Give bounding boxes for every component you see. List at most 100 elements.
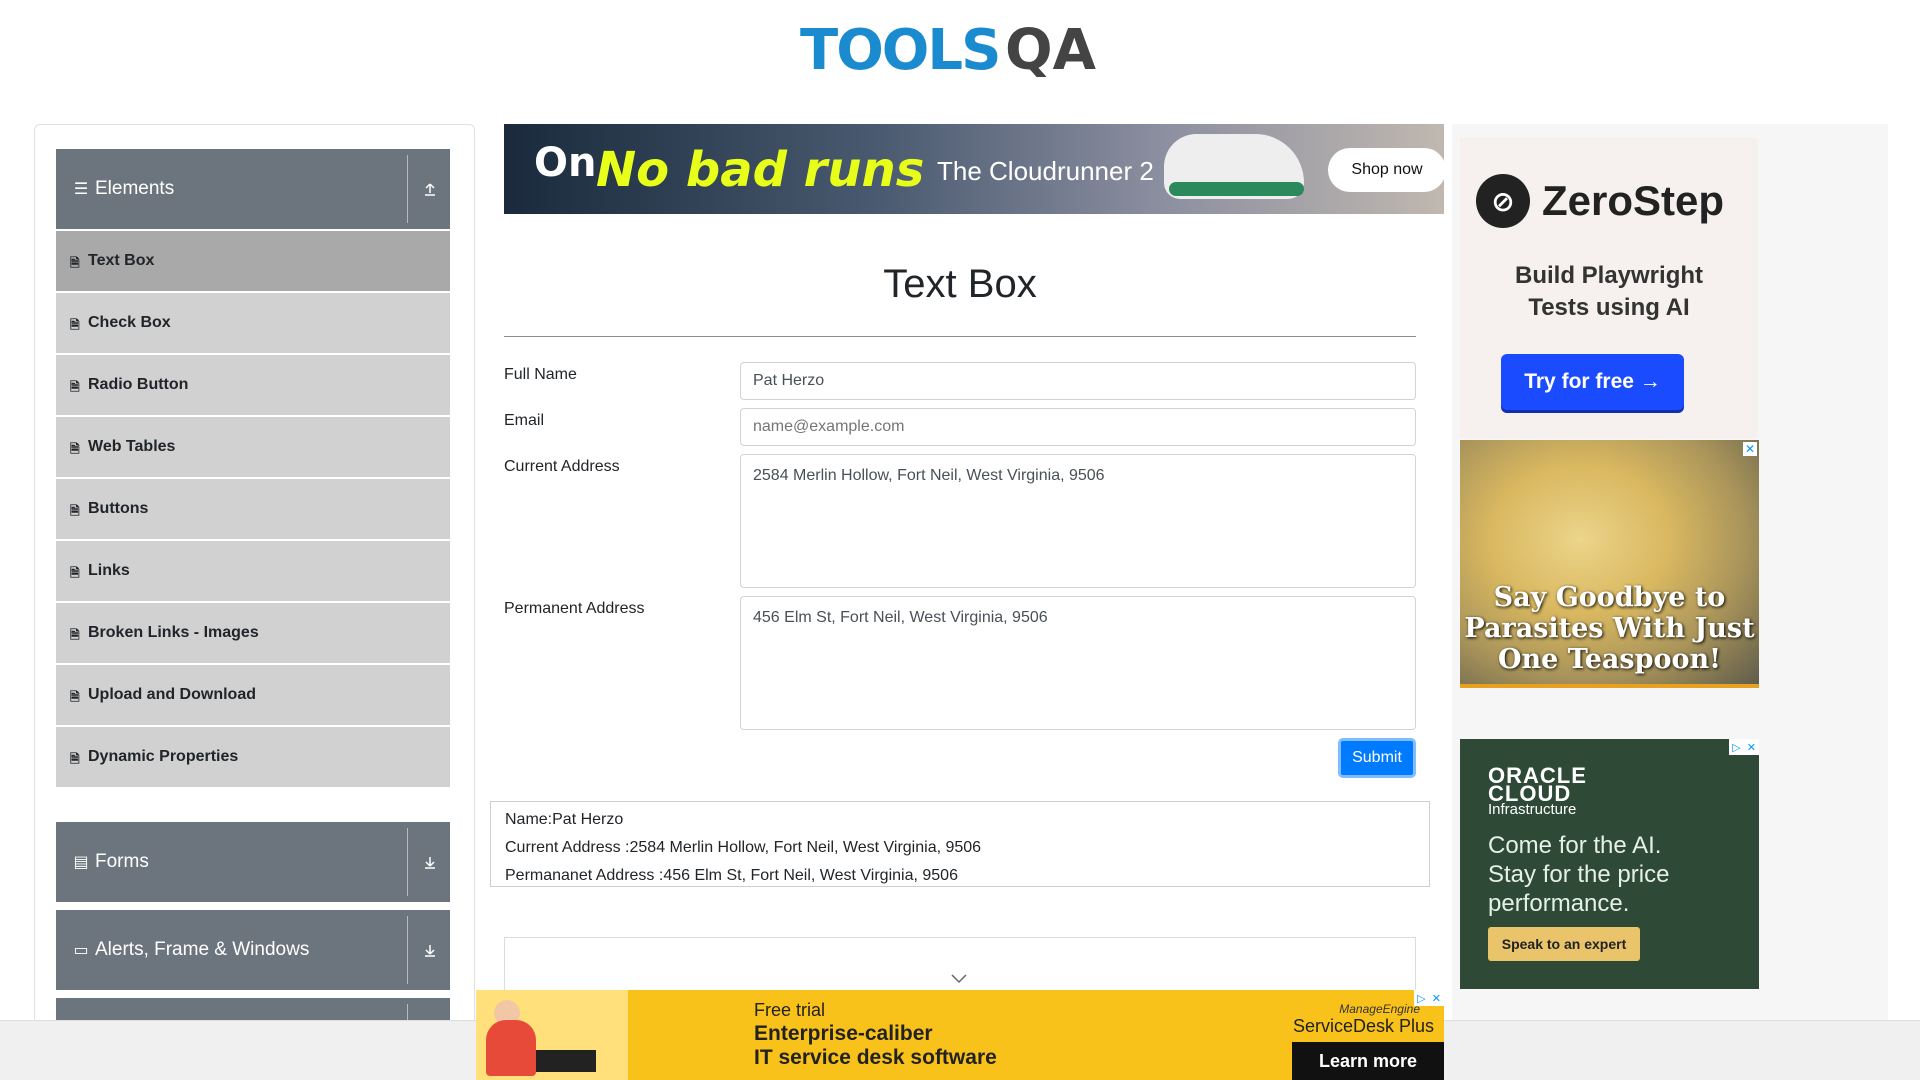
html-icon: 🗎 bbox=[70, 504, 80, 518]
expand-down-icon[interactable] bbox=[420, 852, 440, 872]
page-title: Text Box bbox=[883, 262, 1037, 306]
html-icon: 🗎 bbox=[70, 318, 80, 332]
forms-group-label: Forms bbox=[95, 851, 149, 872]
person-body bbox=[486, 1020, 536, 1076]
ad-line3: IT service desk software bbox=[754, 1046, 997, 1069]
alerts-group: ▭ Alerts, Frame & Windows bbox=[56, 910, 450, 990]
parasite-line1: Say Goodbye to bbox=[1493, 582, 1726, 613]
sidebar-item-label: Check Box bbox=[88, 314, 171, 331]
close-icon[interactable]: ✕ bbox=[1743, 442, 1757, 456]
ad-product: The Cloudrunner 2 bbox=[937, 156, 1154, 186]
header-divider bbox=[407, 916, 408, 984]
oracle-msg2: Stay for the price bbox=[1488, 861, 1670, 888]
sidebar-item-links[interactable]: 🗎 Links bbox=[56, 539, 450, 601]
manageengine-brand: ManageEngine bbox=[1339, 1002, 1420, 1016]
menu-icon: ☰ bbox=[73, 181, 89, 198]
sidebar-item-broken-links[interactable]: 🗎 Broken Links - Images bbox=[56, 601, 450, 663]
output-permanent-address: Permananet Address :456 Elm St, Fort Nei… bbox=[505, 867, 958, 884]
zerostep-line1: Build Playwright bbox=[1514, 262, 1703, 289]
window-icon: ▭ bbox=[73, 942, 89, 959]
ad-slogan: No bad runs bbox=[596, 142, 925, 198]
logo-qa: QA bbox=[1005, 18, 1096, 83]
zerostep-ad[interactable]: ⊘ ZeroStep Build Playwright Tests using … bbox=[1460, 138, 1758, 438]
html-icon: 🗎 bbox=[70, 628, 80, 642]
sidebar-item-upload-download[interactable]: 🗎 Upload and Download bbox=[56, 663, 450, 725]
zerostep-brand: ⊘ ZeroStep bbox=[1476, 174, 1724, 228]
try-for-free-button[interactable]: Try for free → bbox=[1501, 354, 1684, 410]
bottom-ad-banner[interactable]: Free trial Enterprise-caliber IT service… bbox=[476, 990, 1444, 1080]
sidebar-item-label: Broken Links - Images bbox=[88, 624, 259, 641]
submit-button[interactable]: Submit bbox=[1338, 738, 1416, 778]
header-divider bbox=[407, 155, 408, 223]
speak-to-expert-button[interactable]: Speak to an expert bbox=[1488, 927, 1640, 961]
parasite-ad[interactable]: ✕ Say Goodbye to Parasites With Just One… bbox=[1460, 440, 1759, 688]
html-icon: 🗎 bbox=[70, 442, 80, 456]
oracle-msg3: performance. bbox=[1488, 890, 1630, 917]
sidebar-item-check-box[interactable]: 🗎 Check Box bbox=[56, 291, 450, 353]
collapse-up-icon[interactable] bbox=[420, 179, 440, 199]
sidebar-item-radio-button[interactable]: 🗎 Radio Button bbox=[56, 353, 450, 415]
logo-text: TOOLS bbox=[800, 18, 1001, 83]
oracle-msg1: Come for the AI. bbox=[1488, 832, 1662, 859]
top-ad-banner[interactable]: On No bad runs The Cloudrunner 2 Shop no… bbox=[504, 124, 1444, 214]
full-name-label: Full Name bbox=[504, 366, 577, 383]
zerostep-tagline: Build Playwright Tests using AI bbox=[1460, 260, 1758, 324]
sidebar-item-label: Web Tables bbox=[88, 438, 176, 455]
ad-line2: Enterprise-caliber bbox=[754, 1022, 933, 1045]
oracle-brand-sub: Infrastructure bbox=[1488, 801, 1577, 818]
left-sidebar: ☰ Elements 🗎 Text Box 🗎 Check Box 🗎 Radi… bbox=[34, 124, 475, 1024]
elements-group-label: Elements bbox=[95, 178, 175, 199]
full-name-input[interactable] bbox=[740, 362, 1416, 400]
current-address-textarea[interactable]: 2584 Merlin Hollow, Fort Neil, West Virg… bbox=[740, 454, 1416, 588]
sidebar-item-text-box[interactable]: 🗎 Text Box bbox=[56, 229, 450, 291]
shop-now-button[interactable]: Shop now bbox=[1328, 148, 1444, 192]
zerostep-logo-icon: ⊘ bbox=[1476, 174, 1530, 228]
zerostep-brand-text: ZeroStep bbox=[1542, 177, 1725, 224]
sidebar-item-label: Text Box bbox=[88, 252, 155, 269]
learn-more-button[interactable]: Learn more bbox=[1292, 1042, 1444, 1080]
elements-group: ☰ Elements 🗎 Text Box 🗎 Check Box 🗎 Radi… bbox=[56, 149, 450, 787]
ad-choices-icon[interactable]: ▷ ✕ bbox=[1414, 990, 1444, 1006]
output-panel: Name:Pat Herzo Current Address :2584 Mer… bbox=[490, 801, 1430, 887]
toolsqa-logo[interactable]: TOOLS QA bbox=[800, 14, 1125, 94]
parasite-line3: One Teaspoon! bbox=[1498, 644, 1721, 675]
output-name: Name:Pat Herzo bbox=[505, 811, 624, 828]
chevron-down-icon[interactable] bbox=[951, 968, 967, 989]
sidebar-item-label: Upload and Download bbox=[88, 686, 256, 703]
sidebar-item-label: Radio Button bbox=[88, 376, 189, 393]
parasite-headline: Say Goodbye to Parasites With Just One T… bbox=[1460, 582, 1759, 675]
parasite-line2: Parasites With Just bbox=[1464, 613, 1755, 644]
forms-group-header[interactable]: ▤ Forms bbox=[56, 822, 450, 902]
html-icon: 🗎 bbox=[70, 690, 80, 704]
email-label: Email bbox=[504, 412, 545, 429]
laptop-icon bbox=[536, 1050, 596, 1072]
sidebar-item-buttons[interactable]: 🗎 Buttons bbox=[56, 477, 450, 539]
email-input[interactable] bbox=[740, 408, 1416, 446]
shoe-sole bbox=[1169, 182, 1304, 196]
servicedesk-brand: ServiceDesk Plus bbox=[1292, 1016, 1434, 1036]
alerts-group-label: Alerts, Frame & Windows bbox=[95, 939, 310, 960]
oracle-message: Come for the AI. Stay for the price perf… bbox=[1488, 831, 1669, 918]
permanent-address-label: Permanent Address bbox=[504, 600, 645, 617]
sidebar-item-web-tables[interactable]: 🗎 Web Tables bbox=[56, 415, 450, 477]
html-icon: 🗎 bbox=[70, 256, 80, 270]
output-current-address: Current Address :2584 Merlin Hollow, For… bbox=[505, 839, 982, 856]
permanent-address-textarea[interactable]: 456 Elm St, Fort Neil, West Virginia, 95… bbox=[740, 596, 1416, 730]
on-logo: On bbox=[534, 140, 597, 186]
oracle-ad[interactable]: ▷ ✕ ORACLE CLOUD Infrastructure Come for … bbox=[1460, 739, 1759, 989]
html-icon: 🗎 bbox=[70, 566, 80, 580]
ad-bottom-bar bbox=[1460, 684, 1759, 688]
ad-line1: Free trial bbox=[754, 1000, 826, 1020]
elements-group-header[interactable]: ☰ Elements bbox=[56, 149, 450, 229]
site-header: TOOLS QA bbox=[0, 0, 1920, 110]
html-icon: 🗎 bbox=[70, 380, 80, 394]
document-icon: ▤ bbox=[73, 854, 89, 871]
current-address-label: Current Address bbox=[504, 458, 620, 475]
zerostep-line2: Tests using AI bbox=[1528, 294, 1690, 321]
sidebar-item-label: Links bbox=[88, 562, 130, 579]
ad-choices-icon[interactable]: ▷ ✕ bbox=[1729, 739, 1759, 755]
alerts-group-header[interactable]: ▭ Alerts, Frame & Windows bbox=[56, 910, 450, 990]
sidebar-item-label: Buttons bbox=[88, 500, 149, 517]
expand-down-icon[interactable] bbox=[420, 940, 440, 960]
sidebar-item-dynamic-properties[interactable]: 🗎 Dynamic Properties bbox=[56, 725, 450, 787]
